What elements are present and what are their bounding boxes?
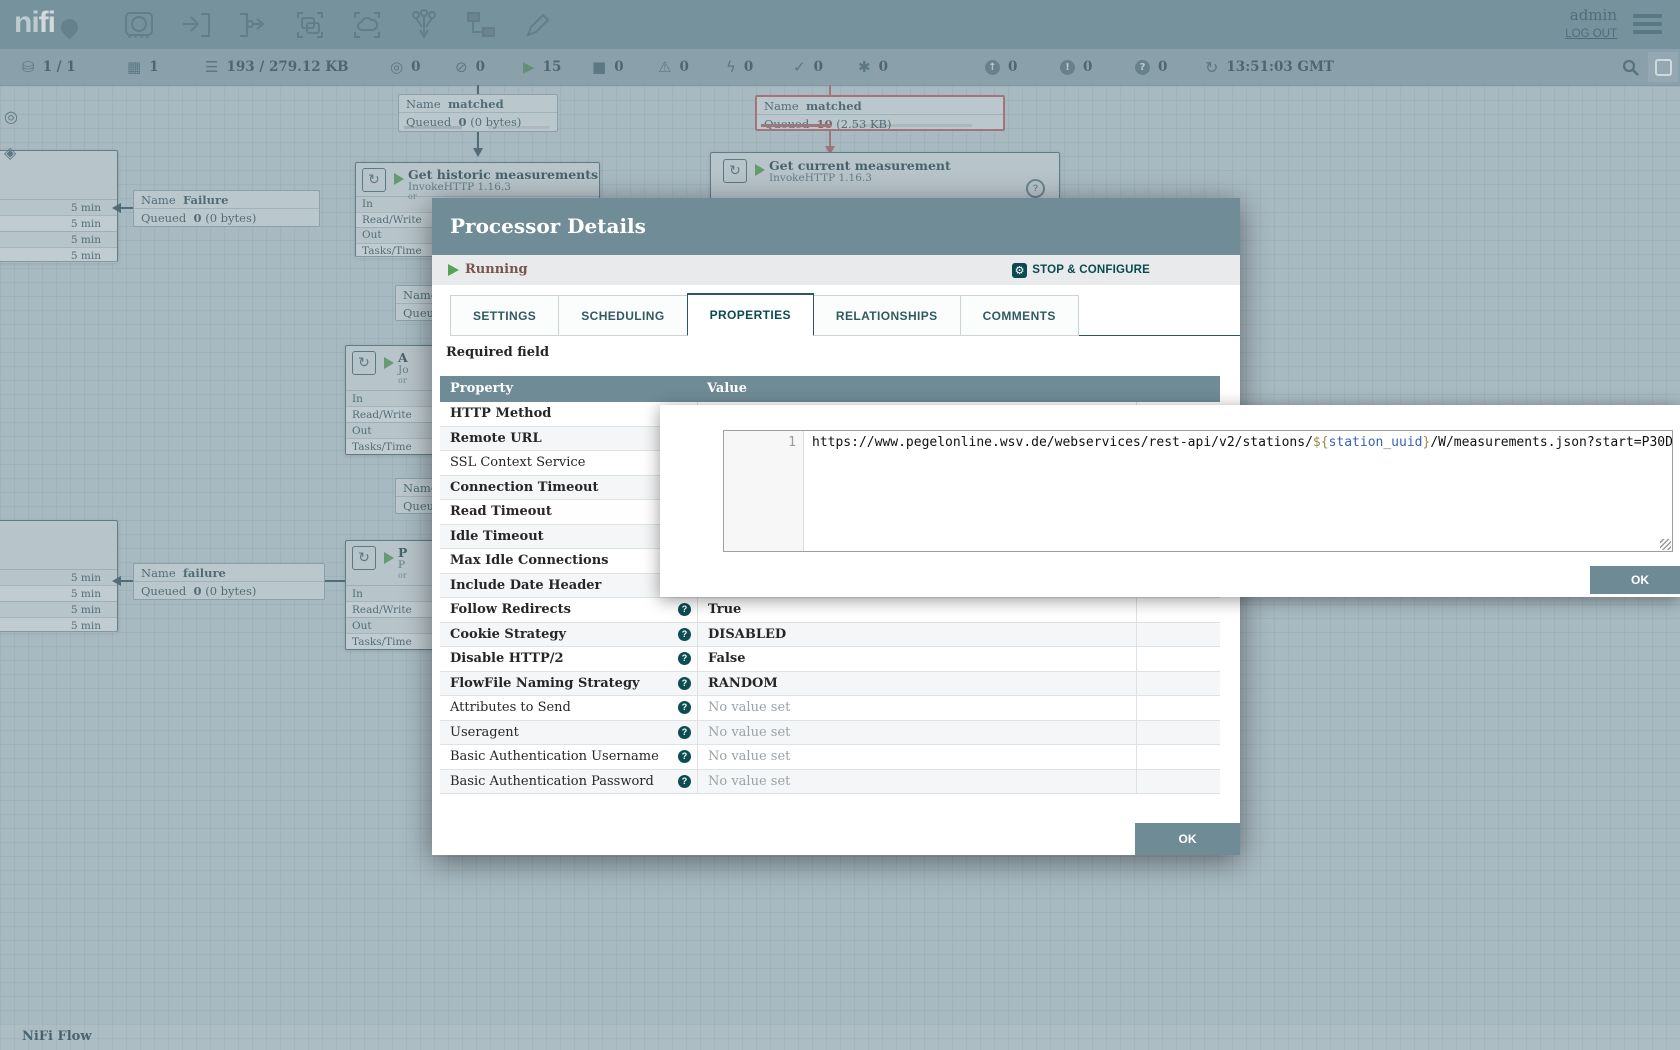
property-row: Cookie Strategy?DISABLED xyxy=(440,623,1220,648)
el-variable: station_uuid xyxy=(1329,435,1423,450)
dialog-status-bar: Running ⚙ STOP & CONFIGURE xyxy=(432,255,1240,285)
property-name: Read Timeout? xyxy=(440,500,697,524)
property-name: Remote URL? xyxy=(440,427,697,451)
running-status-icon xyxy=(448,264,459,276)
property-row: Disable HTTP/2?False xyxy=(440,647,1220,672)
stop-and-configure-button[interactable]: ⚙ STOP & CONFIGURE xyxy=(1012,255,1150,285)
property-value[interactable]: No value set xyxy=(697,770,1137,794)
property-row: Basic Authentication Username?No value s… xyxy=(440,745,1220,770)
tab-scheduling[interactable]: SCHEDULING xyxy=(558,295,687,336)
el-open: ${ xyxy=(1313,435,1329,450)
gear-icon: ⚙ xyxy=(1012,263,1027,278)
help-icon[interactable]: ? xyxy=(678,750,691,763)
row-spacer xyxy=(1137,623,1220,647)
property-name: Cookie Strategy? xyxy=(440,623,697,647)
property-row: FlowFile Naming Strategy?RANDOM xyxy=(440,672,1220,697)
help-icon[interactable]: ? xyxy=(678,677,691,690)
row-spacer xyxy=(1137,721,1220,745)
property-name: Basic Authentication Username? xyxy=(440,745,697,769)
property-name: Attributes to Send? xyxy=(440,696,697,720)
row-spacer xyxy=(1137,770,1220,794)
value-editor-popup: 1 https://www.pegelonline.wsv.de/webserv… xyxy=(660,405,1680,597)
properties-table-header: Property Value xyxy=(440,376,1220,402)
resize-handle[interactable] xyxy=(1660,539,1671,550)
tab-properties[interactable]: PROPERTIES xyxy=(687,293,814,336)
property-name: Include Date Header? xyxy=(440,574,697,598)
property-name: Connection Timeout? xyxy=(440,476,697,500)
row-spacer xyxy=(1137,598,1220,622)
property-row: Attributes to Send?No value set xyxy=(440,696,1220,721)
property-name: SSL Context Service? xyxy=(440,451,697,475)
remote-url-value-input[interactable]: https://www.pegelonline.wsv.de/webservic… xyxy=(804,431,1672,551)
property-name: Disable HTTP/2? xyxy=(440,647,697,671)
line-number-gutter: 1 xyxy=(724,431,804,551)
help-icon[interactable]: ? xyxy=(678,701,691,714)
property-value[interactable]: DISABLED xyxy=(697,623,1137,647)
help-icon[interactable]: ? xyxy=(678,628,691,641)
value-column-header: Value xyxy=(697,376,1137,402)
row-spacer xyxy=(1137,696,1220,720)
property-value[interactable]: No value set xyxy=(697,696,1137,720)
property-name: Basic Authentication Password? xyxy=(440,770,697,794)
help-icon[interactable]: ? xyxy=(678,603,691,616)
row-spacer xyxy=(1137,745,1220,769)
dialog-title: Processor Details xyxy=(432,198,1240,255)
tab-comments[interactable]: COMMENTS xyxy=(960,295,1079,336)
property-value[interactable]: False xyxy=(697,647,1137,671)
value-editor: 1 https://www.pegelonline.wsv.de/webserv… xyxy=(723,430,1673,552)
row-spacer xyxy=(1137,672,1220,696)
dialog-ok-button[interactable]: OK xyxy=(1135,823,1240,855)
row-spacer xyxy=(1137,647,1220,671)
property-name: FlowFile Naming Strategy? xyxy=(440,672,697,696)
property-row: Useragent?No value set xyxy=(440,721,1220,746)
property-name: Useragent? xyxy=(440,721,697,745)
required-field-note: Required field xyxy=(446,345,549,360)
property-name: HTTP Method? xyxy=(440,402,697,426)
property-value[interactable]: No value set xyxy=(697,745,1137,769)
property-row: Follow Redirects?True xyxy=(440,598,1220,623)
dialog-tabs: SETTINGSSCHEDULINGPROPERTIESRELATIONSHIP… xyxy=(450,293,1240,336)
property-name: Follow Redirects? xyxy=(440,598,697,622)
property-value[interactable]: RANDOM xyxy=(697,672,1137,696)
property-column-header: Property xyxy=(440,376,697,402)
help-icon[interactable]: ? xyxy=(678,775,691,788)
help-icon[interactable]: ? xyxy=(678,652,691,665)
nifi-app: 5 min 5 min 5 min 5 min 5 min 5 min 5 mi… xyxy=(0,0,1680,1050)
help-icon[interactable]: ? xyxy=(678,726,691,739)
property-value[interactable]: True xyxy=(697,598,1137,622)
property-row: Basic Authentication Password?No value s… xyxy=(440,770,1220,795)
tab-relationships[interactable]: RELATIONSHIPS xyxy=(813,295,961,336)
editor-ok-button[interactable]: OK xyxy=(1590,566,1680,594)
tab-settings[interactable]: SETTINGS xyxy=(450,295,559,336)
property-name: Max Idle Connections? xyxy=(440,549,697,573)
run-status-label: Running xyxy=(465,262,528,277)
property-value[interactable]: No value set xyxy=(697,721,1137,745)
property-name: Idle Timeout? xyxy=(440,525,697,549)
